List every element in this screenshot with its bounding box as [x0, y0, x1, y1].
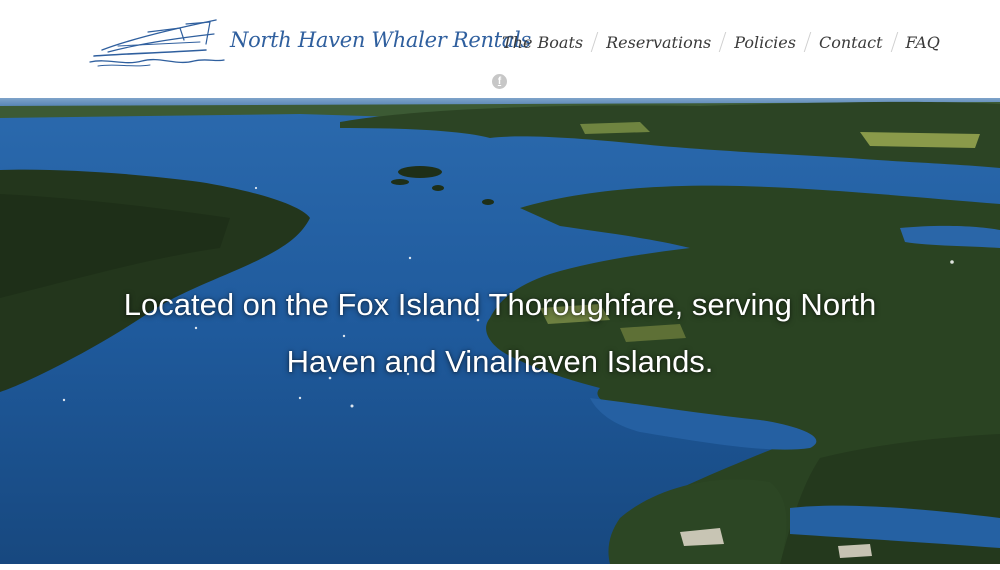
site-header: North Haven Whaler Rentals The Boats Res… [0, 0, 1000, 98]
logo-text: North Haven Whaler Rentals [230, 28, 531, 52]
nav-faq[interactable]: FAQ [904, 33, 942, 52]
hero-banner: Located on the Fox Island Thoroughfare, … [0, 98, 1000, 564]
nav-separator [718, 32, 727, 52]
nav-contact[interactable]: Contact [817, 33, 885, 52]
nav-separator [803, 32, 812, 52]
boat-logo-icon [89, 19, 225, 67]
site-logo[interactable]: North Haven Whaler Rentals [88, 14, 531, 70]
nav-the-boats[interactable]: The Boats [500, 33, 585, 52]
hero-headline-line-2: Haven and Vinalhaven Islands. [286, 344, 714, 379]
nav-policies[interactable]: Policies [732, 33, 798, 52]
nav-reservations[interactable]: Reservations [604, 33, 713, 52]
hero-headline-line-1: Located on the Fox Island Thoroughfare, … [123, 287, 877, 322]
main-nav: The Boats Reservations Policies Contact … [500, 28, 942, 56]
nav-separator [590, 32, 599, 52]
facebook-icon[interactable]: f [492, 74, 507, 89]
nav-separator [890, 32, 898, 52]
hero-headline: Located on the Fox Island Thoroughfare, … [60, 276, 940, 390]
